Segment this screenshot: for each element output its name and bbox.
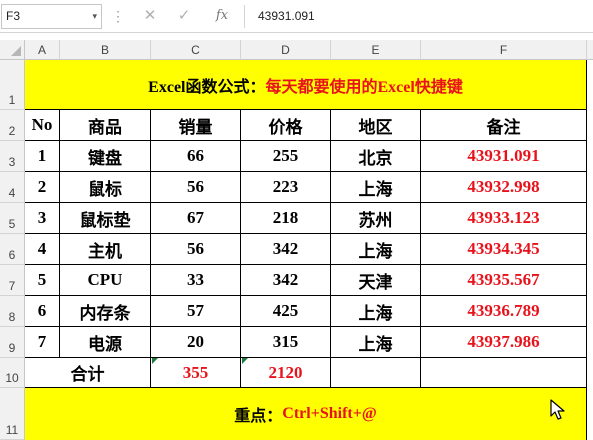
cell-region[interactable]: 北京 (331, 141, 421, 172)
formula-input[interactable]: 43931.091 (252, 4, 592, 29)
cell-no[interactable]: 3 (25, 203, 60, 234)
row-header-7[interactable]: 7 (0, 265, 25, 296)
column-header-d[interactable]: D (241, 40, 331, 60)
cell-region[interactable]: 上海 (331, 234, 421, 265)
cell-price[interactable]: 315 (241, 327, 331, 358)
title-prefix: Excel函数公式： (148, 78, 266, 96)
header-cell-sales[interactable]: 销量 (151, 110, 241, 141)
row-header-3[interactable]: 3 (0, 141, 25, 172)
cell-no[interactable]: 6 (25, 296, 60, 327)
row-header-4[interactable]: 4 (0, 172, 25, 203)
column-header-c[interactable]: C (151, 40, 241, 60)
cell-region[interactable]: 上海 (331, 327, 421, 358)
more-options-icon: ⋮ (111, 8, 125, 24)
column-header-a[interactable]: A (25, 40, 60, 60)
row-header-5[interactable]: 5 (0, 203, 25, 234)
cell-sales[interactable]: 56 (151, 172, 241, 203)
cell-note[interactable]: 43934.345 (421, 234, 587, 265)
cell-product[interactable]: CPU (60, 265, 151, 296)
cell-note[interactable]: 43935.567 (421, 265, 587, 296)
cell-sales[interactable]: 67 (151, 203, 241, 234)
row-header-1[interactable]: 1 (0, 60, 25, 110)
cancel-icon[interactable]: ✕ (140, 6, 160, 26)
column-header-g[interactable] (587, 40, 593, 60)
total-sales-cell[interactable]: 355 (151, 358, 241, 388)
footer-cell[interactable]: 重点： Ctrl+Shift+@ (25, 388, 587, 440)
cell-sales[interactable]: 20 (151, 327, 241, 358)
chevron-down-icon[interactable]: ▾ (92, 5, 97, 28)
formula-error-indicator-icon (242, 358, 248, 364)
row-header-2[interactable]: 2 (0, 110, 25, 141)
cell-sales[interactable]: 57 (151, 296, 241, 327)
cell-price[interactable]: 218 (241, 203, 331, 234)
cell-no[interactable]: 7 (25, 327, 60, 358)
cell-note-selected[interactable]: 43931.091 (421, 141, 587, 172)
formula-bar-divider (244, 5, 245, 28)
enter-icon[interactable]: ✓ (174, 6, 194, 26)
select-all-icon (11, 46, 21, 56)
cell-no[interactable]: 1 (25, 141, 60, 172)
row-header-6[interactable]: 6 (0, 234, 25, 265)
row-header-9[interactable]: 9 (0, 327, 25, 358)
column-header-e[interactable]: E (331, 40, 421, 60)
cell-region[interactable]: 苏州 (331, 203, 421, 234)
column-header-f[interactable]: F (421, 40, 587, 60)
name-box[interactable]: F3 ▾ (1, 4, 102, 29)
column-header-b[interactable]: B (60, 40, 151, 60)
row-header-8[interactable]: 8 (0, 296, 25, 327)
cell-note[interactable]: 43936.789 (421, 296, 587, 327)
cell-price[interactable]: 342 (241, 234, 331, 265)
cell-price[interactable]: 223 (241, 172, 331, 203)
header-cell-no[interactable]: No (25, 110, 60, 141)
cell-sales[interactable]: 66 (151, 141, 241, 172)
row-header-10[interactable]: 10 (0, 358, 25, 388)
cell-product[interactable]: 电源 (60, 327, 151, 358)
cell-no[interactable]: 5 (25, 265, 60, 296)
cell-product[interactable]: 内存条 (60, 296, 151, 327)
formula-error-indicator-icon (152, 358, 158, 364)
mouse-cursor-icon (550, 399, 565, 420)
title-cell[interactable]: Excel函数公式： 每天都要使用的Excel快捷键 (25, 60, 587, 110)
cell-note[interactable]: 43932.998 (421, 172, 587, 203)
total-label-cell[interactable]: 合计 (25, 358, 151, 388)
cell-price[interactable]: 425 (241, 296, 331, 327)
cell-price[interactable]: 342 (241, 265, 331, 296)
cell-product[interactable]: 鼠标 (60, 172, 151, 203)
cell-sales[interactable]: 33 (151, 265, 241, 296)
total-price-cell[interactable]: 2120 (241, 358, 331, 388)
name-box-value: F3 (6, 9, 21, 23)
insert-function-icon[interactable]: fx (210, 6, 234, 26)
cell-product[interactable]: 主机 (60, 234, 151, 265)
row-header-11[interactable]: 11 (0, 388, 25, 440)
empty-note-cell[interactable] (421, 358, 587, 388)
cell-product[interactable]: 键盘 (60, 141, 151, 172)
title-highlight: 每天都要使用的Excel快捷键 (265, 78, 463, 96)
cell-region[interactable]: 上海 (331, 296, 421, 327)
header-cell-product[interactable]: 商品 (60, 110, 151, 141)
header-cell-note[interactable]: 备注 (421, 110, 587, 141)
column-g-area (587, 60, 593, 440)
cell-region[interactable]: 天津 (331, 265, 421, 296)
cell-price[interactable]: 255 (241, 141, 331, 172)
cell-no[interactable]: 2 (25, 172, 60, 203)
cell-no[interactable]: 4 (25, 234, 60, 265)
cell-note[interactable]: 43933.123 (421, 203, 587, 234)
cell-product[interactable]: 鼠标垫 (60, 203, 151, 234)
empty-region-cell[interactable] (331, 358, 421, 388)
header-cell-price[interactable]: 价格 (241, 110, 331, 141)
footer-shortcut: Ctrl+Shift+@ (282, 405, 377, 422)
cell-sales[interactable]: 56 (151, 234, 241, 265)
cell-note[interactable]: 43937.986 (421, 327, 587, 358)
header-cell-region[interactable]: 地区 (331, 110, 421, 141)
footer-prefix: 重点： (234, 408, 283, 425)
cell-region[interactable]: 上海 (331, 172, 421, 203)
